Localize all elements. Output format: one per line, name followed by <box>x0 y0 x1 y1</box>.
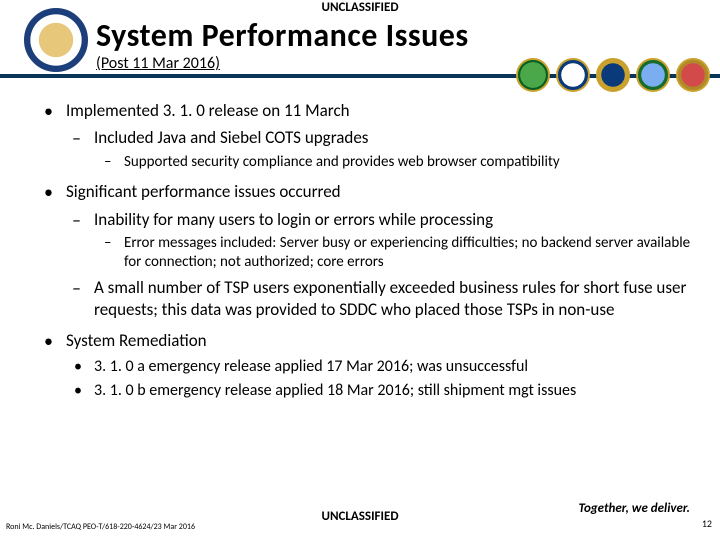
bullet-text: Significant performance issues occurred <box>66 181 341 202</box>
bullet-l3: Error messages included: Server busy or … <box>94 234 692 272</box>
bullet-text: Error messages included: Server busy or … <box>124 234 690 271</box>
bullet-l1: Significant performance issues occurred … <box>42 181 692 320</box>
badge-icon <box>556 58 590 92</box>
agency-badges <box>516 58 710 92</box>
bullet-l3: Supported security compliance and provid… <box>94 153 692 172</box>
bullet-text: System Remediation <box>66 330 207 351</box>
slide-title: System Performance Issues <box>96 16 469 55</box>
badge-icon <box>676 58 710 92</box>
badge-icon <box>596 58 630 92</box>
content: Implemented 3. 1. 0 release on 11 March … <box>42 100 692 411</box>
bullet-l2: Inability for many users to login or err… <box>66 209 692 272</box>
bullet-l1: Implemented 3. 1. 0 release on 11 March … <box>42 100 692 171</box>
bullet-l2: 3. 1. 0 b emergency release applied 18 M… <box>66 381 692 401</box>
badge-icon <box>516 58 550 92</box>
bullet-text: Inability for many users to login or err… <box>94 209 493 230</box>
bullet-l2: Included Java and Siebel COTS upgrades S… <box>66 127 692 171</box>
bullet-l2: 3. 1. 0 a emergency release applied 17 M… <box>66 357 692 377</box>
bullet-text: A small number of TSP users exponentiall… <box>94 277 686 319</box>
bullet-text: 3. 1. 0 b emergency release applied 18 M… <box>94 381 576 400</box>
bullet-text: Supported security compliance and provid… <box>124 153 560 171</box>
page-number: 12 <box>702 517 712 530</box>
bullet-text: Implemented 3. 1. 0 release on 11 March <box>66 100 350 121</box>
footer: Roni Mc. Daniels/TCAQ PEO-T/618-220-4624… <box>0 506 720 534</box>
bullet-l1: System Remediation 3. 1. 0 a emergency r… <box>42 330 692 401</box>
slide-subtitle: (Post 11 Mar 2016) <box>96 54 220 73</box>
bullet-l2: A small number of TSP users exponentiall… <box>66 277 692 320</box>
bullet-text: 3. 1. 0 a emergency release applied 17 M… <box>94 357 528 376</box>
bullet-text: Included Java and Siebel COTS upgrades <box>94 127 368 148</box>
command-seal-icon <box>24 8 88 72</box>
footer-tagline: Together, we deliver. <box>578 501 690 516</box>
badge-icon <box>636 58 670 92</box>
slide: UNCLASSIFIED System Performance Issues (… <box>0 0 720 540</box>
